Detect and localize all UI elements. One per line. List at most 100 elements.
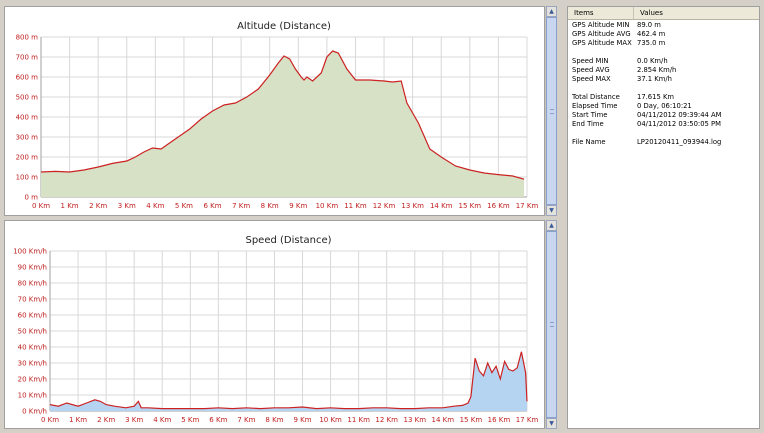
row-item: Speed MIN (572, 57, 609, 65)
altitude-x-tick-label: 14 Km (430, 202, 453, 210)
arrow-up-icon[interactable]: ▲ (546, 6, 557, 17)
row-value: LP20120411_093944.log (637, 138, 722, 146)
altitude-chart-scrollbar[interactable]: ▲ ▼ (545, 6, 557, 216)
altitude-chart: Altitude (Distance) 0 m 100 m 200 m 300 m 400… (16, 21, 539, 210)
speed-y-tick-label: 80 Km/h (18, 280, 47, 288)
speed-x-tick-label: 9 Km (293, 416, 311, 424)
row-value: 462.4 m (637, 30, 666, 38)
row-value: 89.0 m (637, 21, 661, 29)
speed-y-tick-label: 10 Km/h (18, 392, 47, 400)
altitude-x-tick-label: 1 Km (61, 202, 79, 210)
speed-x-tick-label: 4 Km (153, 416, 171, 424)
altitude-y-tick-label: 200 m (16, 154, 39, 162)
arrow-down-icon[interactable]: ▼ (546, 418, 557, 429)
grip-icon (550, 322, 554, 327)
altitude-x-tick-label: 8 Km (261, 202, 279, 210)
altitude-chart-title: Altitude (Distance) (237, 21, 331, 32)
grip-icon (550, 109, 554, 114)
row-item: GPS Altitude MIN (572, 21, 630, 29)
altitude-x-tick-label: 4 Km (146, 202, 164, 210)
speed-chart-title: Speed (Distance) (245, 235, 331, 246)
speed-area-fill (50, 351, 527, 411)
speed-x-tick-label: 13 Km (403, 416, 426, 424)
altitude-y-tick-label: 600 m (16, 74, 39, 82)
speed-y-tick-label: 30 Km/h (18, 360, 47, 368)
speed-x-tick-label: 1 Km (69, 416, 87, 424)
table-row: End Time 04/11/2012 03:50:05 PM (568, 120, 759, 129)
row-value: 2.854 Km/h (637, 66, 677, 74)
table-row: Elapsed Time 0 Day, 06:10:21 (568, 102, 759, 111)
row-value (634, 129, 759, 138)
altitude-y-tick-label: 500 m (16, 94, 39, 102)
row-value: 17.615 Km (637, 93, 675, 101)
altitude-x-tick-label: 12 Km (373, 202, 396, 210)
speed-y-tick-label: 50 Km/h (18, 328, 47, 336)
row-value: 04/11/2012 03:50:05 PM (637, 120, 721, 128)
speed-x-tick-label: 10 Km (319, 416, 342, 424)
speed-chart: Speed (Distance) 0 Km/h 10 Km/h 20 Km/h 30 K… (13, 235, 538, 424)
row-item: Elapsed Time (572, 102, 618, 110)
speed-x-tick-label: 2 Km (97, 416, 115, 424)
altitude-x-tick-label: 16 Km (487, 202, 510, 210)
row-item: Speed MAX (572, 75, 611, 83)
speed-y-tick-label: 70 Km/h (18, 296, 47, 304)
speed-x-tick-label: 15 Km (460, 416, 483, 424)
speed-x-tick-label: 8 Km (265, 416, 283, 424)
table-row: Speed MAX 37.1 Km/h (568, 75, 759, 84)
speed-x-tick-label: 6 Km (209, 416, 227, 424)
speed-y-tick-label: 40 Km/h (18, 344, 47, 352)
scrollbar-thumb[interactable] (546, 231, 557, 418)
row-value: 0 Day, 06:10:21 (637, 102, 692, 110)
table-header: Items Values (568, 7, 759, 20)
table-body: GPS Altitude MIN 89.0 m GPS Altitude AVG 4… (568, 20, 759, 147)
speed-x-tick-label: 12 Km (375, 416, 398, 424)
row-item: Speed AVG (572, 66, 610, 74)
speed-y-tick-label: 90 Km/h (18, 264, 47, 272)
altitude-y-tick-label: 300 m (16, 134, 39, 142)
table-row (568, 84, 759, 93)
table-row (568, 48, 759, 57)
altitude-x-tick-label: 10 Km (316, 202, 339, 210)
row-item: Total Distance (572, 93, 620, 101)
altitude-x-tick-label: 15 Km (459, 202, 482, 210)
row-item: Start Time (572, 111, 608, 119)
statistics-table: Items Values GPS Altitude MIN 89.0 m GPS … (567, 6, 760, 429)
table-row: Start Time 04/11/2012 09:39:44 AM (568, 111, 759, 120)
altitude-x-tick-label: 0 Km (32, 202, 50, 210)
row-value (634, 84, 759, 93)
altitude-x-tick-label: 11 Km (344, 202, 367, 210)
altitude-x-tick-label: 7 Km (232, 202, 250, 210)
table-row: Speed AVG 2.854 Km/h (568, 66, 759, 75)
row-item: GPS Altitude AVG (572, 30, 631, 38)
altitude-x-tick-label: 9 Km (289, 202, 307, 210)
speed-x-tick-label: 11 Km (347, 416, 370, 424)
speed-y-tick-label: 100 Km/h (13, 248, 47, 256)
scrollbar-thumb[interactable] (546, 17, 557, 205)
row-value: 735.0 m (637, 39, 666, 47)
table-row: Speed MIN 0.0 Km/h (568, 57, 759, 66)
speed-chart-scrollbar[interactable]: ▲ ▼ (545, 220, 557, 429)
column-header-values[interactable]: Values (634, 7, 663, 19)
altitude-x-tick-label: 3 Km (118, 202, 136, 210)
speed-x-tick-label: 3 Km (125, 416, 143, 424)
altitude-x-tick-label: 5 Km (175, 202, 193, 210)
altitude-chart-panel: Altitude (Distance) 0 m 100 m 200 m 300 m 400… (4, 6, 545, 216)
arrow-down-icon[interactable]: ▼ (546, 205, 557, 216)
speed-chart-panel: Speed (Distance) 0 Km/h 10 Km/h 20 Km/h 30 K… (4, 220, 545, 429)
row-value: 37.1 Km/h (637, 75, 672, 83)
altitude-x-tick-label: 2 Km (89, 202, 107, 210)
altitude-x-tick-label: 6 Km (203, 202, 221, 210)
row-item (568, 84, 634, 93)
speed-series-line (49, 351, 528, 410)
row-item (568, 48, 634, 57)
altitude-x-tick-label: 13 Km (401, 202, 424, 210)
altitude-y-tick-label: 800 m (16, 34, 39, 42)
table-row: GPS Altitude MIN 89.0 m (568, 21, 759, 30)
arrow-up-icon[interactable]: ▲ (546, 220, 557, 231)
speed-x-tick-label: 5 Km (181, 416, 199, 424)
table-row (568, 129, 759, 138)
speed-y-tick-label: 60 Km/h (18, 312, 47, 320)
altitude-y-tick-label: 400 m (16, 114, 39, 122)
row-item: End Time (572, 120, 604, 128)
column-header-items[interactable]: Items (568, 7, 634, 19)
